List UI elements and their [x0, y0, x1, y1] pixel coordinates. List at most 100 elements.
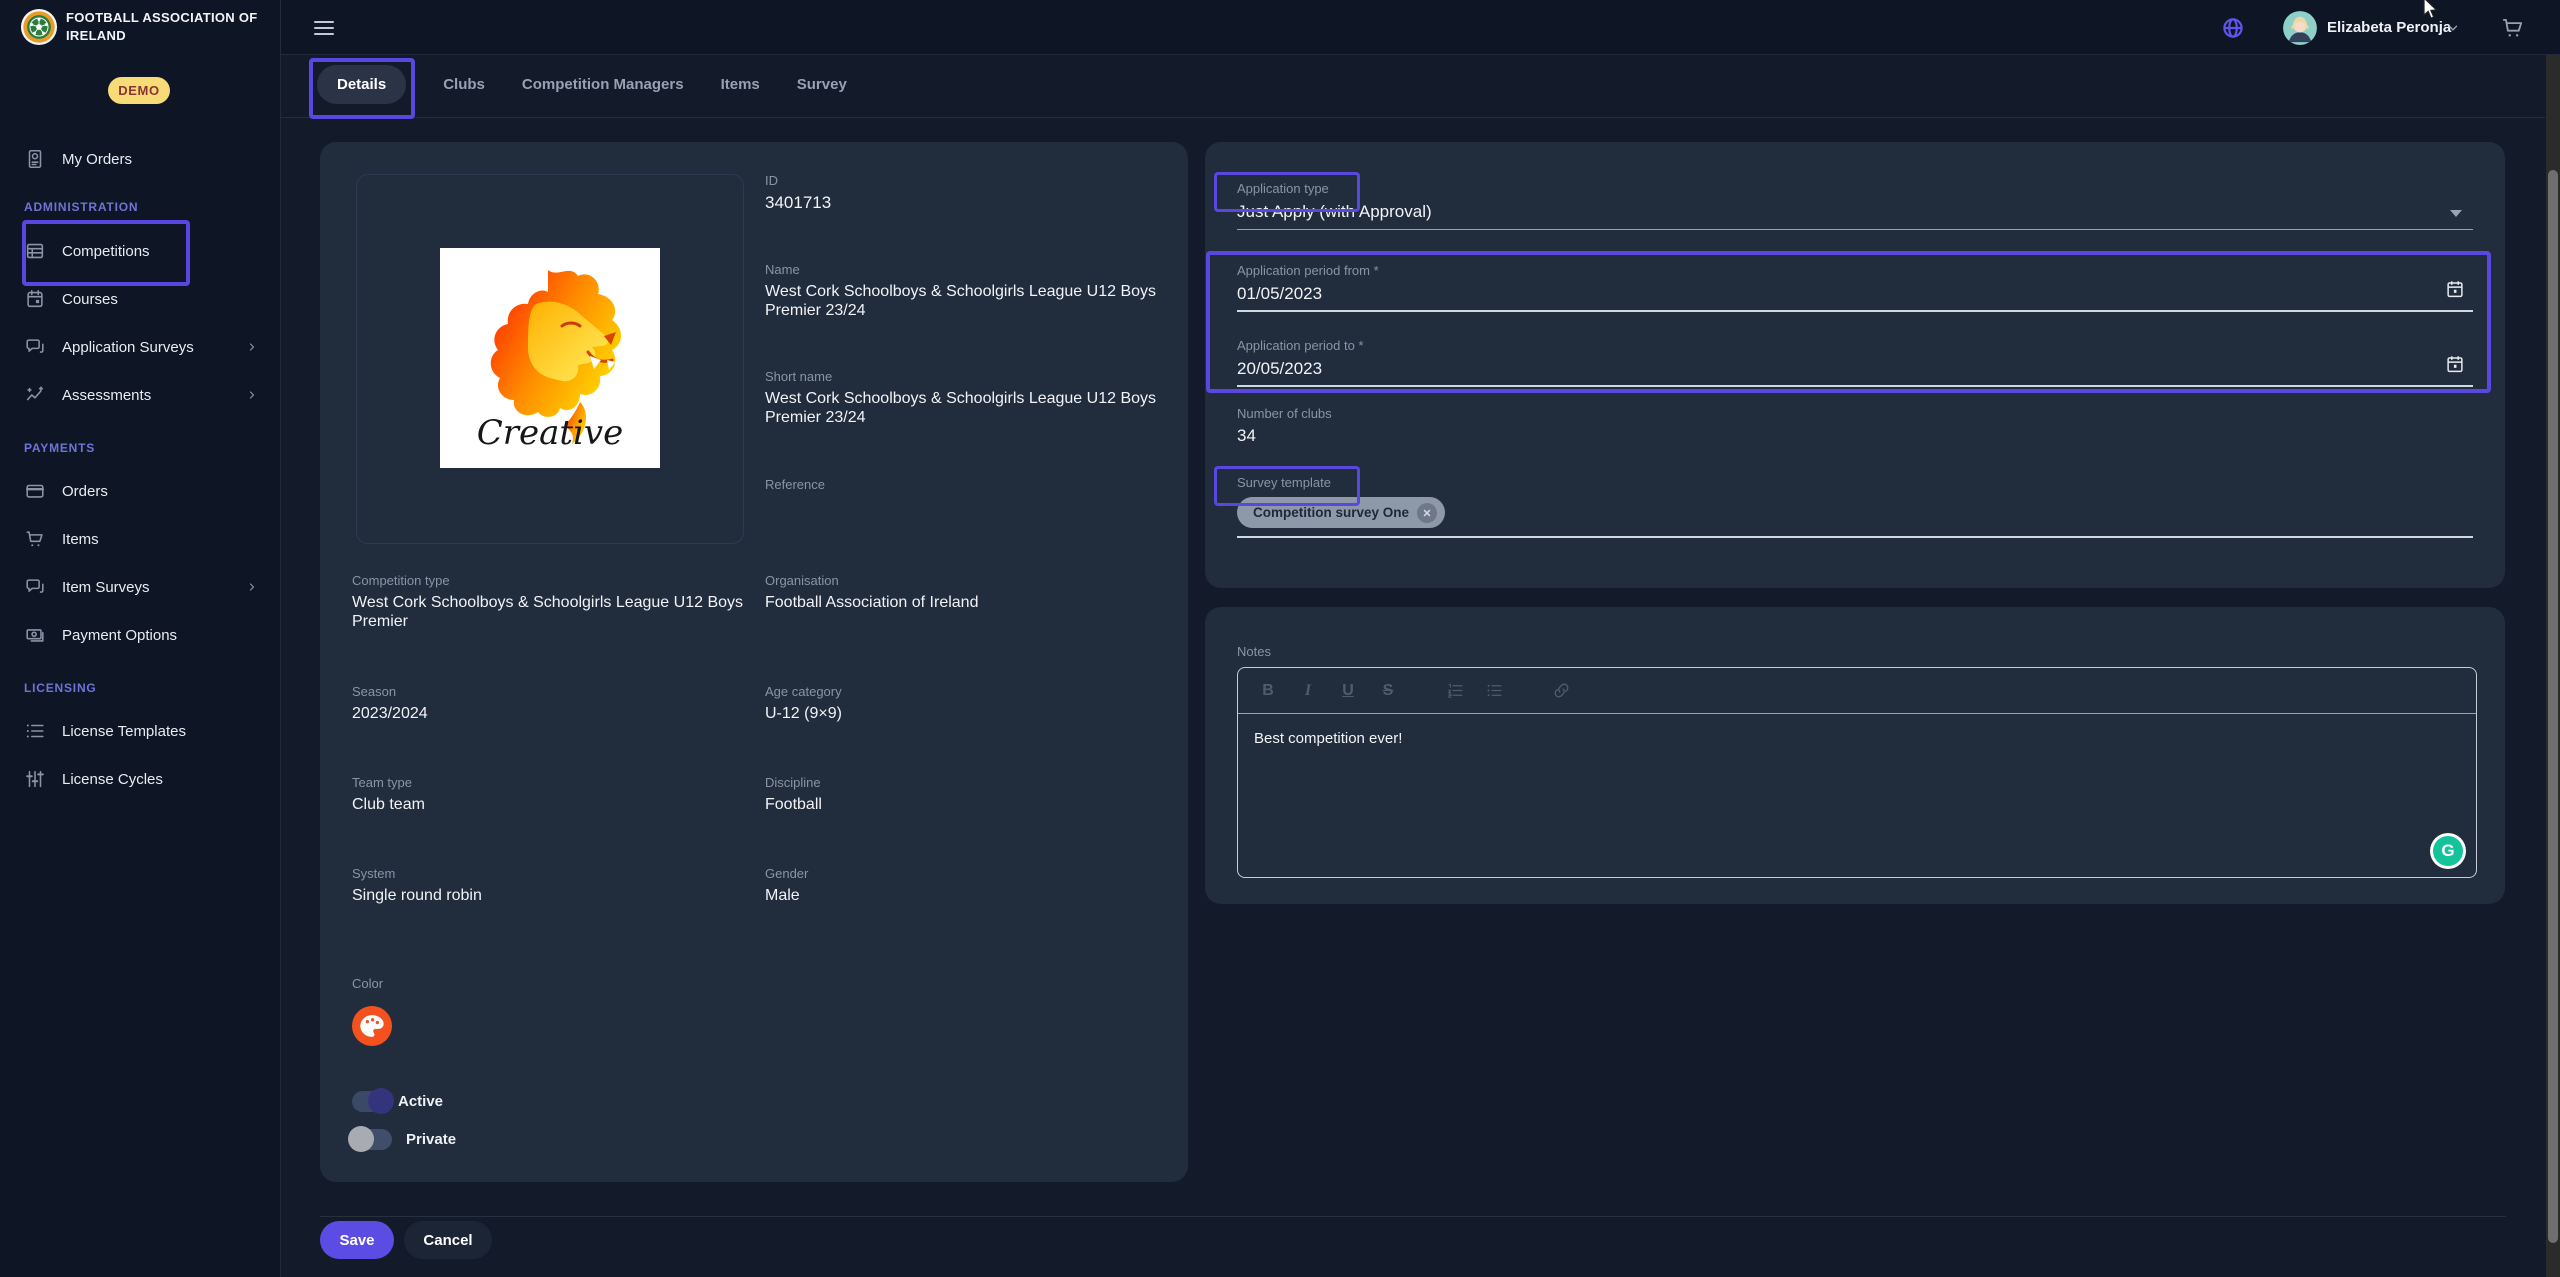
bullet-list-icon[interactable]: [1485, 681, 1504, 700]
application-type-underline: [1237, 229, 2473, 230]
sidebar-item-item-surveys[interactable]: Item Surveys: [0, 563, 280, 611]
bold-button[interactable]: B: [1258, 682, 1278, 700]
sidebar-item-assessments[interactable]: Assessments: [0, 371, 280, 419]
chip-remove-icon[interactable]: [1417, 503, 1437, 523]
top-header: [0, 0, 2560, 55]
org-title-line2: IRELAND: [66, 27, 258, 45]
image-caption: Creative: [477, 413, 624, 453]
chevron-down-icon[interactable]: [2446, 21, 2460, 35]
tab-competition-managers[interactable]: Competition Managers: [522, 76, 684, 93]
sidebar-item-label: Payment Options: [62, 627, 177, 644]
short-name-value: West Cork Schoolboys & Schoolgirls Leagu…: [765, 389, 1170, 427]
link-icon[interactable]: [1552, 681, 1571, 700]
team-type-label: Team type: [352, 775, 412, 790]
sidebar-item-label: Orders: [62, 483, 108, 500]
sidebar-item-payment-options[interactable]: Payment Options: [0, 611, 280, 659]
competition-type-label: Competition type: [352, 573, 450, 588]
name-value: West Cork Schoolboys & Schoolgirls Leagu…: [765, 282, 1170, 320]
color-picker-button[interactable]: [352, 1006, 392, 1046]
tab-items[interactable]: Items: [721, 76, 760, 93]
footer-divider: [320, 1216, 2506, 1217]
chevron-right-icon: [246, 389, 258, 401]
avatar[interactable]: [2283, 11, 2317, 45]
private-toggle-knob[interactable]: [348, 1126, 374, 1152]
sidebar-item-orders[interactable]: Orders: [0, 467, 280, 515]
tab-clubs[interactable]: Clubs: [443, 76, 485, 93]
underline-button[interactable]: U: [1338, 682, 1358, 700]
short-name-label: Short name: [765, 369, 832, 384]
age-category-label: Age category: [765, 684, 842, 699]
chevron-right-icon: [246, 581, 258, 593]
sidebar-item-label: License Cycles: [62, 771, 163, 788]
dropdown-arrow-icon[interactable]: [2450, 210, 2462, 217]
sidebar-item-competitions[interactable]: Competitions: [0, 227, 280, 275]
gender-label: Gender: [765, 866, 808, 881]
sidebar-item-courses[interactable]: Courses: [0, 275, 280, 323]
organisation-label: Organisation: [765, 573, 839, 588]
period-to-value[interactable]: 20/05/2023: [1237, 359, 1322, 379]
cancel-button[interactable]: Cancel: [404, 1221, 492, 1259]
sidebar-item-label: Items: [62, 531, 99, 548]
id-label: ID: [765, 173, 778, 188]
organisation-value: Football Association of Ireland: [765, 593, 1170, 612]
section-header-administration: ADMINISTRATION: [24, 200, 138, 214]
application-type-value[interactable]: Just Apply (with Approval): [1237, 202, 1432, 222]
sidebar-item-license-cycles[interactable]: License Cycles: [0, 755, 280, 803]
cart-icon[interactable]: [2500, 15, 2526, 41]
italic-button[interactable]: I: [1298, 682, 1318, 700]
hamburger-menu-icon[interactable]: [314, 21, 334, 35]
scrollbar-thumb[interactable]: [2548, 170, 2558, 1243]
discipline-label: Discipline: [765, 775, 821, 790]
period-from-label: Application period from *: [1237, 263, 1379, 278]
banknote-icon: [24, 624, 46, 646]
notes-editor[interactable]: B I U S Best competition ever! G: [1237, 667, 2477, 878]
period-from-underline: [1237, 310, 2473, 312]
chat-bubbles-icon: [24, 336, 46, 358]
notes-content[interactable]: Best competition ever!: [1238, 714, 2476, 763]
tab-survey[interactable]: Survey: [797, 76, 847, 93]
user-name[interactable]: Elizabeta Peronja: [2327, 19, 2451, 36]
id-value: 3401713: [765, 193, 831, 213]
system-label: System: [352, 866, 395, 881]
season-label: Season: [352, 684, 396, 699]
tab-details[interactable]: Details: [317, 65, 406, 104]
demo-badge: DEMO: [108, 77, 170, 104]
sidebar-item-label: Item Surveys: [62, 579, 150, 596]
strikethrough-button[interactable]: S: [1378, 682, 1398, 700]
private-toggle-label: Private: [406, 1129, 456, 1150]
fai-logo-icon: [20, 8, 58, 46]
calendar-picker-icon[interactable]: [2444, 277, 2466, 301]
system-value: Single round robin: [352, 886, 482, 905]
sidebar-item-license-templates[interactable]: License Templates: [0, 707, 280, 755]
section-header-payments: PAYMENTS: [24, 441, 95, 455]
sidebar-divider: [280, 0, 281, 1277]
tabbar-divider: [281, 117, 2545, 118]
period-to-label: Application period to *: [1237, 338, 1363, 353]
reference-label: Reference: [765, 477, 825, 492]
list-icon: [24, 720, 46, 742]
ordered-list-icon[interactable]: [1446, 681, 1465, 700]
sidebar-item-label: My Orders: [62, 151, 132, 168]
save-button[interactable]: Save: [320, 1221, 394, 1259]
sidebar-item-application-surveys[interactable]: Application Surveys: [0, 323, 280, 371]
discipline-value: Football: [765, 795, 822, 814]
sidebar-item-items[interactable]: Items: [0, 515, 280, 563]
survey-template-underline: [1237, 536, 2473, 538]
sidebar-item-label: Courses: [62, 291, 118, 308]
active-toggle[interactable]: [352, 1091, 392, 1112]
survey-template-chip[interactable]: Competition survey One: [1237, 497, 1445, 528]
period-from-value[interactable]: 01/05/2023: [1237, 284, 1322, 304]
globe-icon[interactable]: [2221, 16, 2245, 40]
sidebar-item-label: Assessments: [62, 387, 151, 404]
trend-chart-icon: [24, 384, 46, 406]
chat-bubbles-icon: [24, 576, 46, 598]
period-to-underline: [1237, 385, 2473, 387]
private-toggle[interactable]: [352, 1129, 392, 1150]
sidebar-item-my-orders[interactable]: My Orders: [0, 135, 280, 183]
calendar-picker-icon[interactable]: [2444, 352, 2466, 376]
team-type-value: Club team: [352, 795, 425, 814]
chevron-right-icon: [246, 341, 258, 353]
competition-logo-image: Creative: [440, 248, 660, 468]
active-toggle-knob[interactable]: [368, 1088, 394, 1114]
grammarly-icon[interactable]: G: [2430, 833, 2466, 869]
